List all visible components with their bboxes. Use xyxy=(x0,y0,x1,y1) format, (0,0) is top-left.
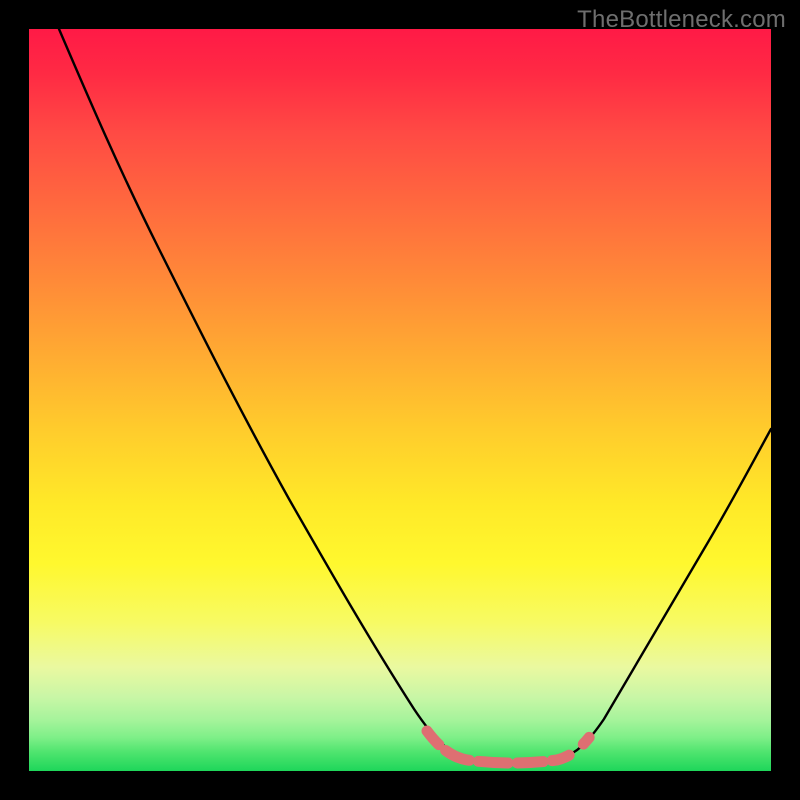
optimal-range-highlight xyxy=(427,731,594,763)
curve-overlay xyxy=(29,29,771,771)
plot-area xyxy=(28,28,772,772)
bottleneck-curve xyxy=(59,29,771,763)
watermark-text: TheBottleneck.com xyxy=(577,6,786,34)
chart-frame: TheBottleneck.com xyxy=(0,0,800,800)
